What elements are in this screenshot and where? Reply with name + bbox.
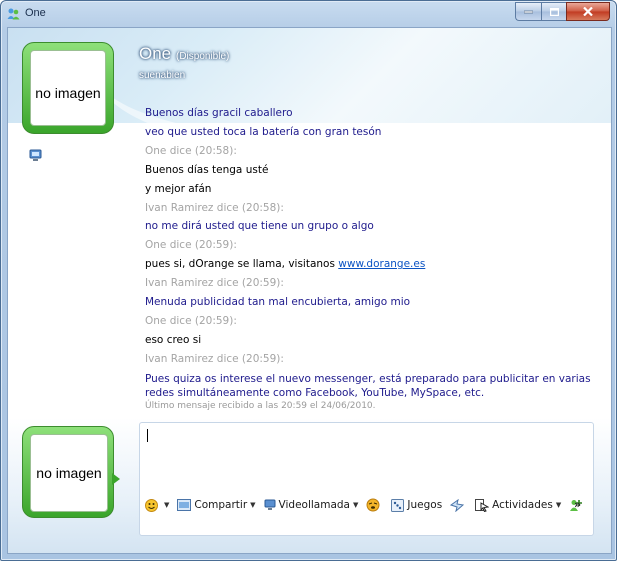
games-button[interactable]: Juegos — [391, 498, 443, 512]
message-history: Buenos días gracil caballero veo que uste… — [145, 104, 600, 412]
more-options-button[interactable]: » — [574, 498, 581, 511]
chevron-down-icon: ▼ — [353, 501, 359, 509]
messenger-window: One no imagen One (Disponible) suenabien… — [0, 0, 617, 561]
share-label: Compartir — [194, 499, 248, 511]
emoticon-button[interactable]: ▼ — [145, 498, 170, 512]
nudge-icon — [366, 498, 380, 512]
activities-label: Actividades — [492, 499, 553, 511]
avatar-pointer — [112, 473, 120, 485]
message-text: eso creo si — [145, 333, 202, 346]
message-text-part: pues si, dOrange se llama, visitanos — [145, 258, 339, 271]
self-avatar[interactable]: no imagen — [22, 426, 120, 518]
message-header: One dice (20:59): — [145, 314, 237, 327]
contact-avatar[interactable]: no imagen — [22, 42, 114, 134]
contact-status: (Disponible) — [176, 51, 230, 62]
message-text: Buenos días gracil caballero — [145, 107, 293, 119]
message-text: no me dirá usted que tiene un grupo o al… — [145, 220, 374, 233]
minimize-icon — [524, 10, 533, 13]
close-icon — [583, 7, 593, 16]
games-icon — [391, 498, 405, 512]
close-button[interactable] — [566, 2, 610, 21]
website-link[interactable]: www.dorange.es — [338, 258, 425, 270]
window-title: One — [25, 7, 46, 19]
window-controls — [515, 2, 610, 21]
message-header: Ivan Ramirez dice (20:59): — [145, 352, 284, 365]
contact-computer-icon[interactable] — [29, 149, 42, 162]
share-icon — [177, 499, 192, 511]
message-header: Ivan Ramirez dice (20:58): — [145, 201, 284, 214]
chevron-down-icon: ▼ — [555, 501, 562, 509]
message-text: veo que usted toca la batería con gran t… — [145, 125, 382, 138]
contact-avatar-image: no imagen — [30, 50, 106, 126]
message-text: Buenos días tenga usté — [145, 163, 269, 176]
message-text: Pues quiza os interese el nuevo messenge… — [145, 372, 591, 399]
video-call-button[interactable]: Videollamada ▼ — [264, 499, 359, 511]
last-received-notice: Último mensaje recibido a las 20:59 el 2… — [145, 400, 376, 411]
message-input[interactable] — [139, 422, 594, 536]
minimize-button[interactable] — [515, 2, 541, 21]
nudge-flag-button[interactable] — [450, 498, 467, 512]
nudge-button[interactable] — [366, 498, 383, 512]
message-header: One dice (20:58): — [145, 144, 237, 157]
maximize-icon — [549, 7, 559, 16]
contact-name: One — [139, 44, 172, 63]
chevron-down-icon: ▼ — [164, 501, 170, 509]
wink-icon — [450, 498, 465, 512]
message-text: Menuda publicidad tan mal encubierta, am… — [145, 296, 411, 309]
message-text: pues si, dOrange se llama, visitanos www… — [145, 255, 600, 274]
title-bar[interactable]: One — [1, 1, 616, 27]
message-header: Ivan Ramirez dice (20:59): — [145, 277, 284, 290]
contact-personal-message: suenabien — [139, 70, 186, 81]
conversation-toolbar: ▼ Compartir ▼ Videollamada ▼ Juegos Acti… — [145, 496, 594, 514]
self-avatar-image: no imagen — [30, 434, 108, 512]
conversation-area: no imagen One (Disponible) suenabien Bue… — [7, 27, 612, 554]
messenger-app-icon — [7, 8, 20, 20]
message-text: y mejor afán — [145, 182, 212, 195]
games-label: Juegos — [407, 499, 443, 511]
maximize-button[interactable] — [541, 2, 566, 21]
video-call-label: Videollamada — [278, 499, 350, 511]
chevron-down-icon: ▼ — [250, 501, 256, 509]
message-header: One dice (20:59): — [145, 239, 237, 252]
activities-icon — [475, 498, 490, 512]
text-cursor — [147, 429, 148, 442]
activities-button[interactable]: Actividades ▼ — [475, 498, 562, 512]
share-button[interactable]: Compartir ▼ — [177, 499, 256, 511]
video-call-icon — [264, 499, 276, 510]
smiley-icon — [145, 498, 158, 512]
